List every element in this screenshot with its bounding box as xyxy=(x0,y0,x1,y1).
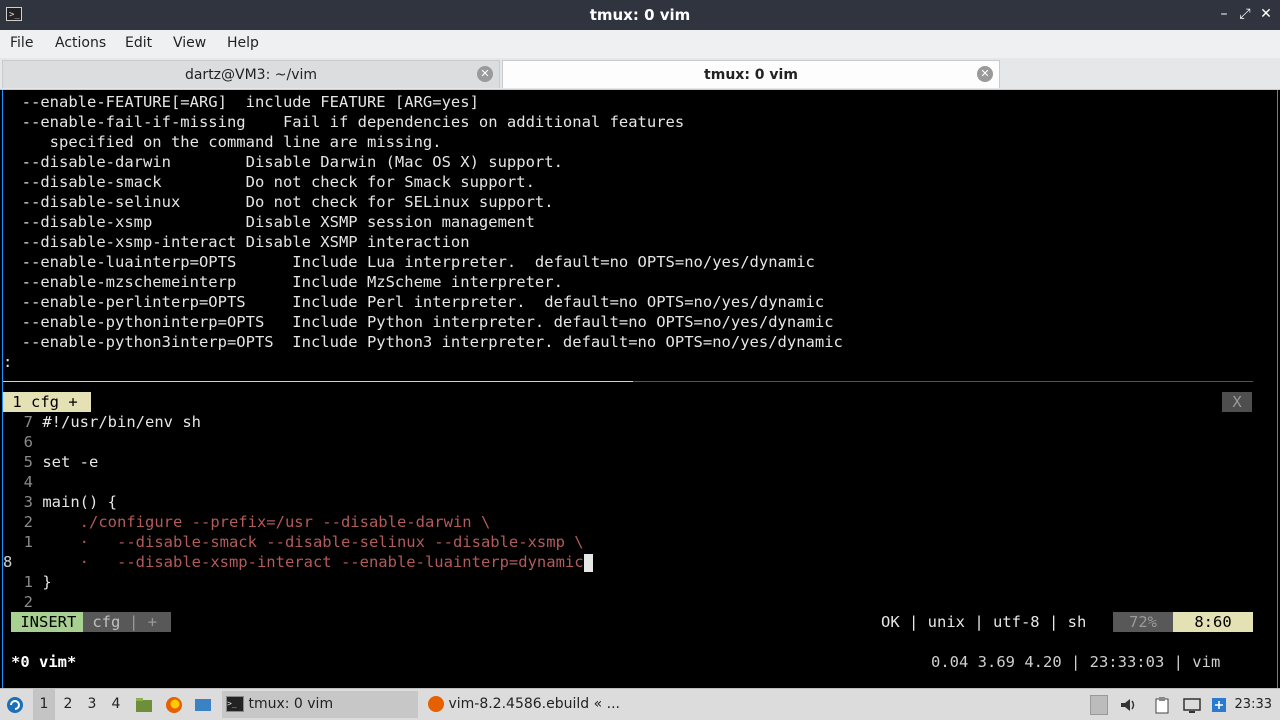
code-line[interactable]: 2 xyxy=(3,592,42,612)
output-line: --enable-perlinterp=OPTS Include Perl in… xyxy=(3,293,825,311)
code-line[interactable]: 1 · --disable-smack --disable-selinux --… xyxy=(3,532,584,552)
tab-label: dartz@VM3: ~/vim xyxy=(184,67,318,83)
output-line: --disable-xsmp-interact Disable XSMP int… xyxy=(3,233,470,251)
desktop-icon[interactable] xyxy=(194,696,212,714)
code-line[interactable]: 1 } xyxy=(3,572,52,592)
output-line: specified on the command line are missin… xyxy=(3,133,442,151)
code-text: · --disable-xsmp-interact --enable-luain… xyxy=(42,553,584,571)
window-title: tmux: 0 vim xyxy=(589,6,691,24)
tab-label: tmux: 0 vim xyxy=(704,67,798,83)
maximize-icon[interactable]: ⤢ xyxy=(1237,6,1253,22)
line-number: 3 xyxy=(23,493,33,511)
line-number: 1 xyxy=(23,533,33,551)
text-cursor xyxy=(583,553,593,572)
menu-edit[interactable]: Edit xyxy=(125,35,152,51)
line-number: 4 xyxy=(23,473,33,491)
firefox-icon[interactable] xyxy=(165,696,183,714)
clipboard-icon[interactable] xyxy=(1153,696,1171,714)
output-line: --disable-selinux Do not check for SELin… xyxy=(3,193,554,211)
pager-prompt[interactable]: : xyxy=(3,352,12,372)
output-line: --enable-pythoninterp=OPTS Include Pytho… xyxy=(3,313,834,331)
menu-file[interactable]: File xyxy=(10,35,33,51)
tab-close-icon[interactable]: ✕ xyxy=(977,66,993,82)
code-text: set -e xyxy=(42,453,99,471)
vim-tab-close-button[interactable]: X xyxy=(1222,392,1252,412)
tmux-window-list[interactable]: *0 vim* xyxy=(11,652,76,672)
code-text: } xyxy=(42,573,52,591)
code-line[interactable]: 6 xyxy=(3,432,42,452)
menu-bar: File Actions Edit View Help xyxy=(0,30,1280,58)
volume-icon[interactable] xyxy=(1119,696,1137,714)
tray-arrow-icon[interactable] xyxy=(1090,695,1108,715)
code-text: main() { xyxy=(42,493,117,511)
menu-actions[interactable]: Actions xyxy=(55,35,106,51)
code-line[interactable]: 5 set -e xyxy=(3,452,99,472)
pane-separator[interactable] xyxy=(3,381,633,382)
line-number: 8 xyxy=(3,553,13,571)
code-text: · --disable-smack --disable-selinux --di… xyxy=(42,533,584,551)
file-manager-icon[interactable] xyxy=(135,696,153,714)
line-number: 6 xyxy=(23,433,33,451)
terminal-view[interactable]: --enable-FEATURE[=ARG] include FEATURE [… xyxy=(2,90,1278,688)
task-label: vim-8.2.4586.ebuild « ... xyxy=(448,696,620,712)
code-line-current[interactable]: 8 · --disable-xsmp-interact --enable-lua… xyxy=(3,552,593,572)
workspace-3[interactable]: 3 xyxy=(81,689,103,720)
line-number: 5 xyxy=(23,453,33,471)
pane-separator-active[interactable] xyxy=(633,381,1253,382)
output-line: --disable-darwin Disable Darwin (Mac OS … xyxy=(3,153,563,171)
tab-dartz-vim[interactable]: dartz@VM3: ~/vim ✕ xyxy=(2,60,500,88)
output-line: --enable-FEATURE[=ARG] include FEATURE [… xyxy=(3,93,479,111)
display-icon[interactable] xyxy=(1183,696,1201,714)
output-line: --enable-python3interp=OPTS Include Pyth… xyxy=(3,333,843,351)
code-text: ./configure --prefix=/usr --disable-darw… xyxy=(42,513,491,531)
code-line[interactable]: 7 #!/usr/bin/env sh xyxy=(3,412,201,432)
window-title-bar: >_ tmux: 0 vim – ⤢ ✕ xyxy=(0,0,1280,30)
taskbar: 1 2 3 4 >_ tmux: 0 vim vim-8.2.4586.ebui… xyxy=(0,688,1280,720)
workspace-2[interactable]: 2 xyxy=(57,689,79,720)
task-tmux-vim[interactable]: >_ tmux: 0 vim xyxy=(222,691,418,718)
vim-tab-cfg[interactable]: 1 cfg + xyxy=(3,392,91,412)
task-firefox-ebuild[interactable]: vim-8.2.4586.ebuild « ... xyxy=(424,691,644,718)
vim-cursor-position: 8:60 xyxy=(1173,612,1253,632)
output-line: --enable-mzschemeinterp Include MzScheme… xyxy=(3,273,563,291)
status-separator: | xyxy=(129,613,139,631)
start-menu-icon[interactable] xyxy=(6,696,24,714)
code-line[interactable]: 4 xyxy=(3,472,42,492)
workspace-1[interactable]: 1 xyxy=(33,689,55,720)
line-number: 1 xyxy=(23,573,33,591)
close-icon[interactable]: ✕ xyxy=(1258,6,1274,22)
tab-close-icon[interactable]: ✕ xyxy=(477,66,493,82)
menu-view[interactable]: View xyxy=(173,35,206,51)
modified-marker: + xyxy=(147,613,158,631)
taskbar-clock[interactable]: 23:33 xyxy=(1235,689,1272,720)
vim-scroll-percent: 72% xyxy=(1113,612,1173,632)
network-icon[interactable] xyxy=(1210,696,1228,714)
workspace-4[interactable]: 4 xyxy=(105,689,127,720)
menu-help[interactable]: Help xyxy=(227,35,259,51)
task-label: tmux: 0 vim xyxy=(248,696,334,712)
vim-modified-flag: | + xyxy=(129,612,171,632)
minimize-icon[interactable]: – xyxy=(1216,6,1232,22)
vim-mode-indicator: INSERT xyxy=(11,612,86,632)
line-number: 2 xyxy=(23,593,33,611)
code-text: #!/usr/bin/env sh xyxy=(42,413,201,431)
output-line: --disable-smack Do not check for Smack s… xyxy=(3,173,535,191)
output-line: --enable-luainterp=OPTS Include Lua inte… xyxy=(3,253,815,271)
line-number: 7 xyxy=(23,413,33,431)
line-number: 2 xyxy=(23,513,33,531)
terminal-tab-bar: dartz@VM3: ~/vim ✕ tmux: 0 vim ✕ xyxy=(0,58,1280,90)
vim-filename: cfg xyxy=(83,612,130,632)
tab-tmux-vim[interactable]: tmux: 0 vim ✕ xyxy=(502,60,1000,88)
firefox-icon xyxy=(428,696,444,712)
terminal-icon: >_ xyxy=(226,696,244,712)
code-line[interactable]: 3 main() { xyxy=(3,492,117,512)
code-line[interactable]: 2 ./configure --prefix=/usr --disable-da… xyxy=(3,512,491,532)
output-line: --enable-fail-if-missing Fail if depende… xyxy=(3,113,685,131)
output-line: --disable-xsmp Disable XSMP session mana… xyxy=(3,213,535,231)
vim-file-info: OK | unix | utf-8 | sh xyxy=(881,613,1087,631)
tmux-status-right: 0.04 3.69 4.20 | 23:33:03 | vim xyxy=(931,653,1221,671)
